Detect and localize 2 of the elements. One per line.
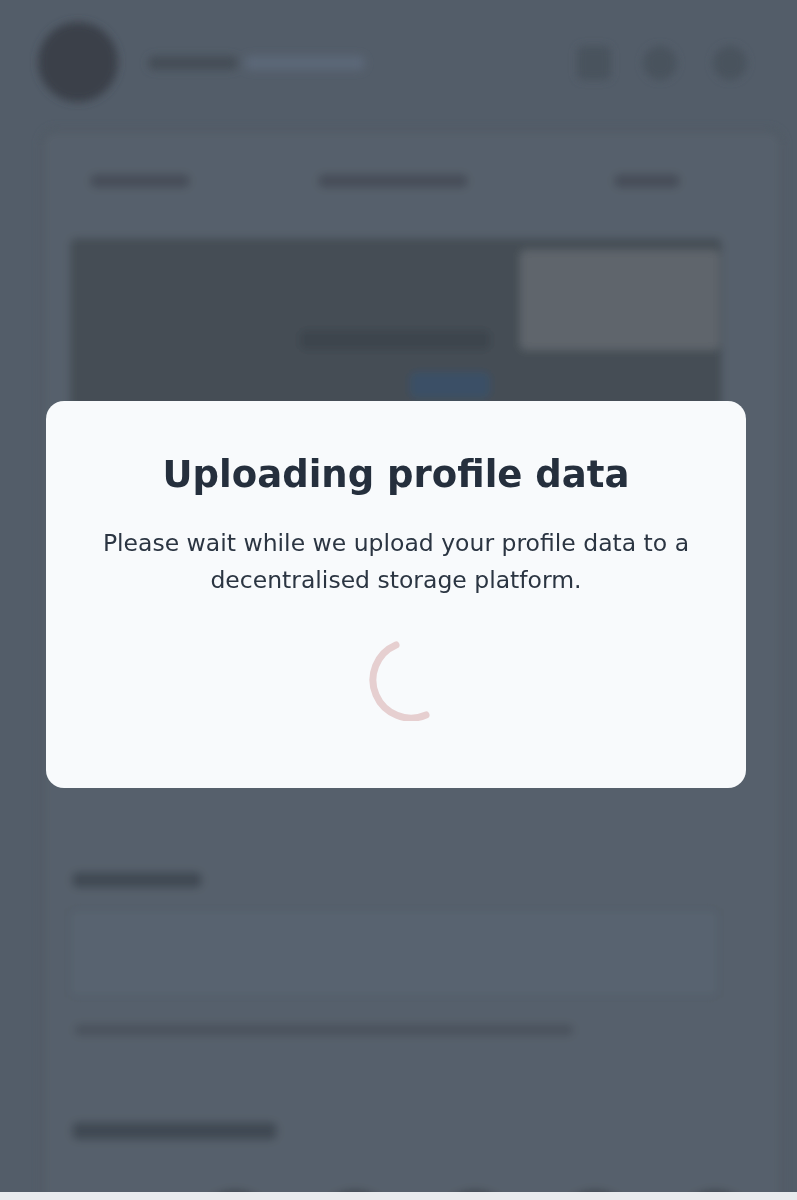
modal-title: Uploading profile data [162,452,630,498]
modal-message: Please wait while we upload your profile data to a decentralised storage platform. [101,528,691,596]
